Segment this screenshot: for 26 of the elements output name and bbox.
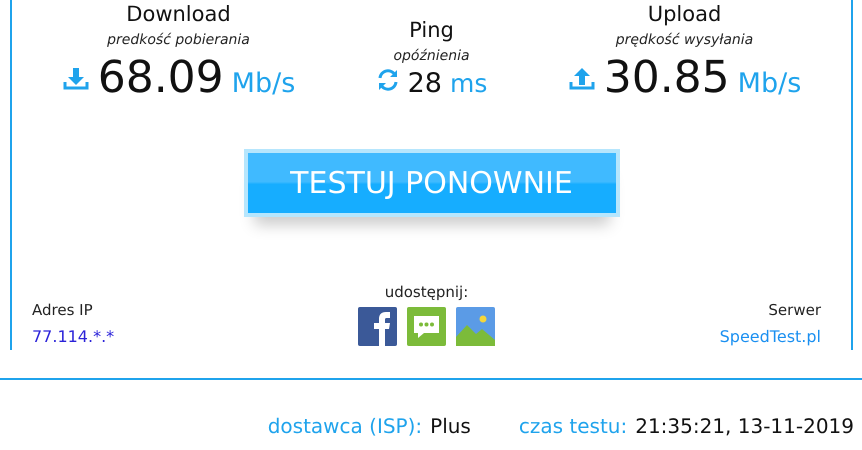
footer-label: dostawca (ISP): (268, 414, 422, 438)
refresh-icon (376, 68, 400, 92)
ip-label: Adres IP (32, 301, 94, 319)
facebook-icon[interactable] (358, 307, 397, 346)
metric-subtitle: opóźnienia (393, 48, 470, 64)
metric-unit: Mb/s (738, 68, 802, 99)
metric-subtitle: prędkość wysyłania (616, 32, 754, 48)
footer-value: Plus (430, 414, 471, 438)
metric-unit: Mb/s (232, 68, 296, 99)
metric-title: Download (126, 2, 231, 28)
chat-icon[interactable] (407, 307, 446, 346)
metric-title: Upload (648, 2, 722, 28)
retest-button[interactable]: TESTUJ PONOWNIE (244, 149, 620, 217)
ip-address: 77.114.*.* (32, 327, 116, 346)
metric-value: 68.09 (98, 52, 224, 103)
footer-value: 21:35:21, 13-11-2019 (635, 414, 854, 438)
server-label: Serwer (768, 301, 821, 319)
metric-subtitle: predkość pobierania (107, 32, 250, 48)
footer-label: czas testu: (518, 414, 628, 438)
image-icon[interactable] (456, 307, 495, 346)
metric-title: Ping (409, 18, 454, 44)
metric-value: 30.85 (604, 52, 730, 103)
metric-unit: ms (450, 69, 488, 98)
share-label: udostępnij: (384, 283, 468, 301)
server-link[interactable]: SpeedTest.pl (720, 327, 821, 346)
metric-value: 28 (408, 68, 442, 99)
